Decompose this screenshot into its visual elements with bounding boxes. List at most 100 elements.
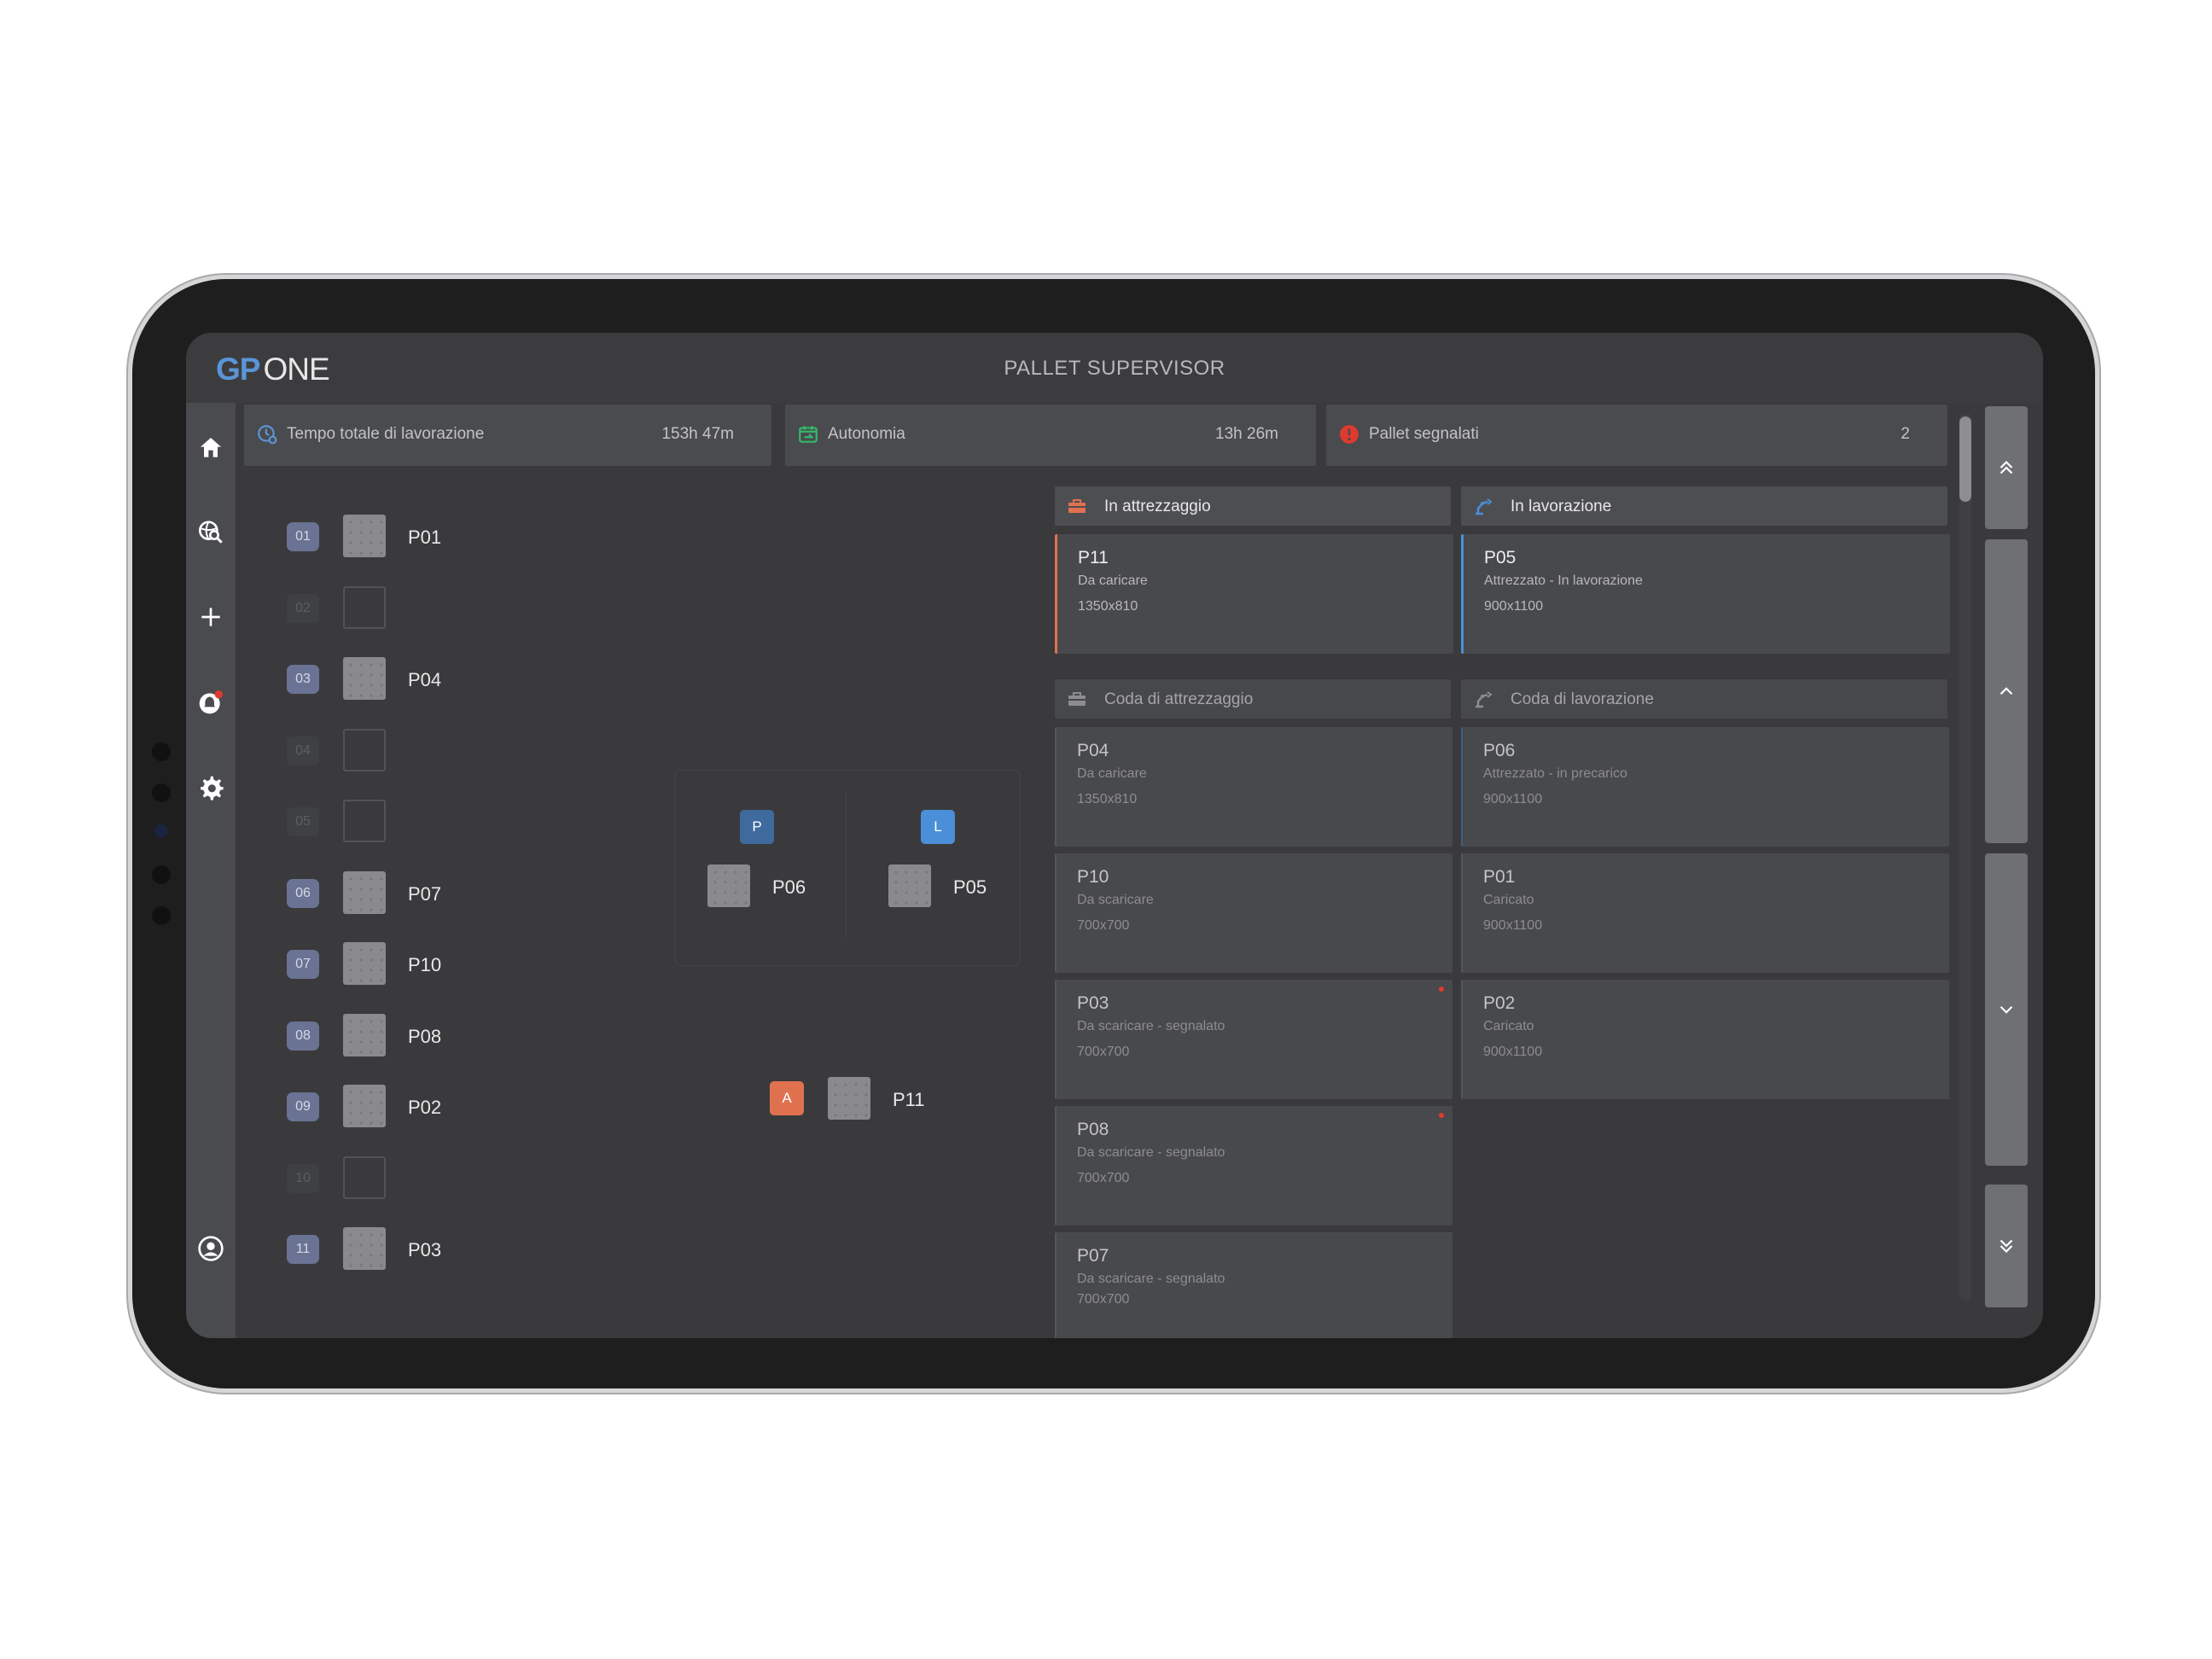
slot-number: 05 [287,807,319,836]
card-pallet-id: P04 [1077,741,1109,760]
scroll-up-button[interactable] [1985,539,2028,843]
card-pallet-id: P03 [1077,993,1109,1013]
slot-row[interactable]: 08 P08 [287,1014,628,1060]
scrollbar-track[interactable] [1959,413,1971,1301]
card-status: Da scaricare - segnalato [1077,1145,1225,1160]
slot-number: 08 [287,1022,319,1051]
card-dimensions: 900x1100 [1483,918,1543,933]
slot-row[interactable]: 05 [287,800,628,846]
header-in-lavorazione: In lavorazione [1461,486,1947,526]
slot-row[interactable]: 03 P04 [287,657,628,703]
pallet-icon [343,1085,386,1127]
pallet-card[interactable]: P06 Attrezzato - in precarico 900x1100 [1461,727,1949,847]
camera-dot [152,783,171,802]
pallet-card[interactable]: P01 Caricato 900x1100 [1461,853,1949,973]
double-chevron-up-icon [2000,460,2013,474]
slot-number: 02 [287,594,319,623]
stat-value: 13h 26m [1215,425,1278,443]
card-status: Attrezzato - in precarico [1483,766,1627,781]
gear-icon[interactable] [195,771,227,804]
card-pallet-id: P02 [1483,993,1516,1013]
card-dimensions: 700x700 [1077,1045,1130,1059]
stat-value: 2 [1901,425,1910,443]
scroll-top-button[interactable] [1985,406,2028,529]
slot-number: 01 [287,522,319,551]
home-icon[interactable] [195,432,227,464]
header-in-attrezzaggio: In attrezzaggio [1055,486,1451,526]
card-dimensions: 700x700 [1077,1292,1130,1307]
pallet-card[interactable]: P08 Da scaricare - segnalato 700x700 [1055,1106,1452,1225]
card-dimensions: 1350x810 [1078,599,1138,614]
card-status: Caricato [1483,893,1534,907]
scroll-down-button[interactable] [1985,853,2028,1166]
loading-pallet-name: P11 [893,1089,925,1110]
pallet-icon [343,515,386,557]
slot-row[interactable]: 09 P02 [287,1085,628,1131]
card-dimensions: 900x1100 [1484,599,1544,614]
clock-settings-icon [258,425,277,445]
pallet-card[interactable]: P02 Caricato 900x1100 [1461,980,1949,1099]
pallet-card[interactable]: P10 Da scaricare 700x700 [1055,853,1452,973]
pallet-card[interactable]: P07 Da scaricare - segnalato 700x700 [1055,1232,1452,1338]
empty-slot [343,729,386,771]
slot-row[interactable]: 11 P03 [287,1227,628,1273]
chevron-up-icon [2000,687,2013,696]
slot-pallet-name: P02 [408,1097,442,1118]
pallet-icon [343,1227,386,1270]
toolbox-icon [1068,499,1086,513]
app-screen: GP ONE PALLET SUPERVISOR Tempo totale di … [186,333,2043,1338]
page-title: PALLET SUPERVISOR [1004,357,1225,380]
slot-row[interactable]: 04 [287,729,628,775]
search-globe-icon[interactable] [195,515,227,548]
slot-number: 04 [287,736,319,765]
scroll-bottom-button[interactable] [1985,1185,2028,1307]
stat-label: Autonomia [828,425,905,443]
flag-dot [1439,987,1444,992]
pallet-card[interactable]: P04 Da caricare 1350x810 [1055,727,1452,847]
pallet-icon[interactable] [828,1077,870,1120]
stat-total-time: Tempo totale di lavorazione 153h 47m [244,405,771,466]
notification-icon[interactable] [195,686,227,719]
pallet-icon [343,1014,386,1057]
slot-number: 09 [287,1092,319,1121]
station-tag-left: P [740,810,774,844]
slot-row[interactable]: 02 [287,586,628,632]
calendar-refresh-icon [799,426,818,443]
slot-pallet-name: P10 [408,954,442,975]
column-label: In lavorazione [1511,498,1612,515]
pallet-icon[interactable] [888,864,931,907]
slot-number: 10 [287,1164,319,1193]
scrollbar-thumb[interactable] [1959,416,1971,502]
slot-number: 03 [287,665,319,694]
slot-row[interactable]: 06 P07 [287,871,628,917]
pallet-card[interactable]: P11 Da caricare 1350x810 [1055,534,1453,654]
stat-flagged-pallets: Pallet segnalati 2 [1326,405,1947,466]
card-pallet-id: P05 [1484,548,1516,568]
alert-icon [1340,425,1359,444]
pallet-card[interactable]: P05 Attrezzato - In lavorazione 900x1100 [1461,534,1950,654]
column-label: In attrezzaggio [1104,498,1211,515]
camera-dot [152,906,171,925]
camera-lens [154,824,168,838]
camera-dot [152,742,171,761]
slot-pallet-name: P08 [408,1026,442,1047]
stat-label: Pallet segnalati [1369,425,1479,443]
header-coda-lavorazione: Coda di lavorazione [1461,679,1947,719]
slot-pallet-name: P04 [408,669,442,690]
user-icon[interactable] [195,1232,227,1265]
slot-pallet-name: P03 [408,1239,442,1260]
pallet-icon[interactable] [707,864,750,907]
chevron-down-icon [2000,1005,2013,1014]
card-dimensions: 900x1100 [1483,1045,1543,1059]
slot-row[interactable]: 10 [287,1156,628,1202]
slot-row[interactable]: 01 P01 [287,515,628,561]
card-pallet-id: P06 [1483,741,1516,760]
empty-slot [343,586,386,629]
plus-icon[interactable] [195,601,227,633]
station-tag-right: L [921,810,955,844]
pallet-card[interactable]: P03 Da scaricare - segnalato 700x700 [1055,980,1452,1099]
slot-row[interactable]: 07 P10 [287,942,628,988]
stat-label: Tempo totale di lavorazione [287,425,485,443]
stat-autonomy: Autonomia 13h 26m [785,405,1316,466]
pallet-icon [343,942,386,985]
